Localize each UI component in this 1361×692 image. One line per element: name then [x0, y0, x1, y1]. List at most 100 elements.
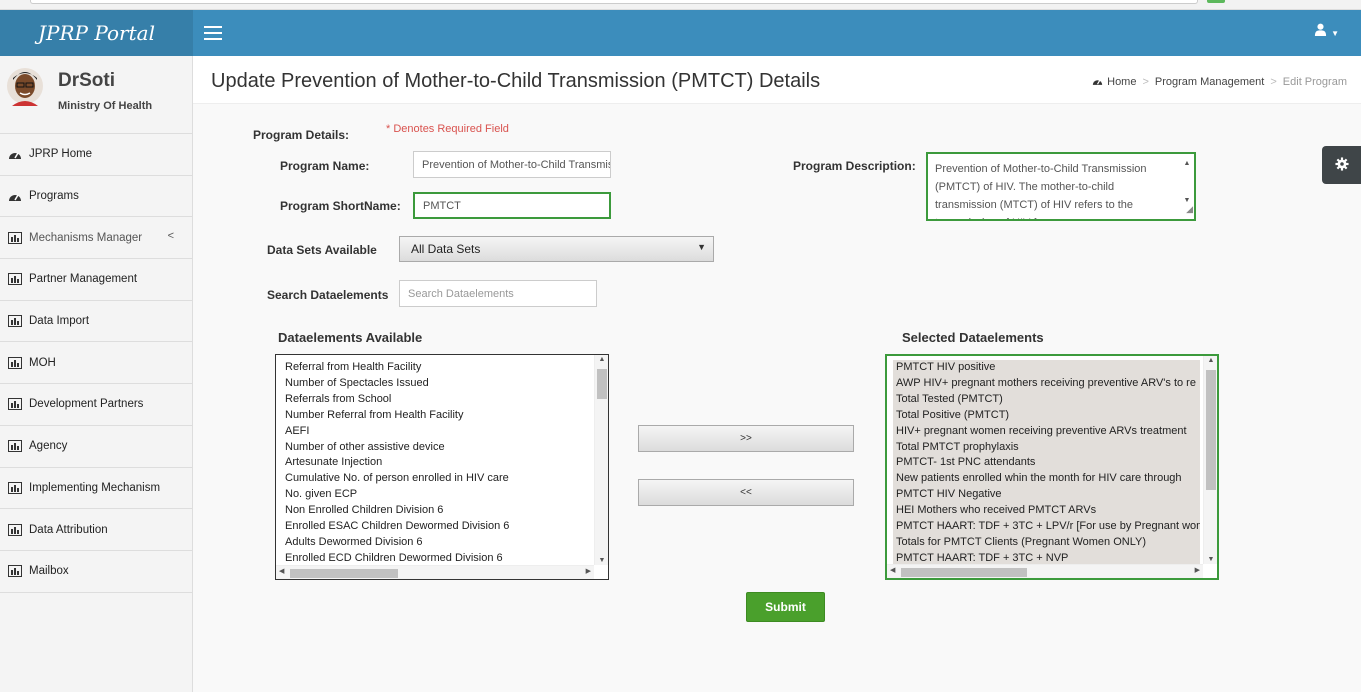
dashboard-icon [9, 194, 21, 202]
list-item[interactable]: New patients enrolled whin the month for… [893, 471, 1200, 488]
program-description-textarea[interactable]: Prevention of Mother-to-Child Transmissi… [926, 152, 1196, 221]
list-item[interactable]: Number of other assistive device [285, 440, 591, 456]
app-logo[interactable]: JPRP Portal [0, 10, 193, 56]
list-item[interactable]: Totals for PMTCT Clients (Pregnant Women… [893, 534, 1200, 551]
sidebar-item-label: Data Import [29, 315, 90, 328]
scroll-thumb[interactable] [901, 568, 1027, 577]
content-header: Update Prevention of Mother-to-Child Tra… [193, 56, 1361, 104]
list-item[interactable]: Total PMTCT prophylaxis [893, 439, 1200, 456]
submit-button[interactable]: Submit [746, 592, 825, 622]
breadcrumb-program-management[interactable]: Program Management [1155, 76, 1264, 88]
list-item[interactable]: Cumulative No. of person enrolled in HIV… [285, 471, 591, 487]
sidebar-item-label: Implementing Mechanism [29, 481, 161, 494]
vertical-scrollbar[interactable]: ▲ ▼ [1203, 356, 1217, 564]
sidebar-item-data-attribution[interactable]: Data Attribution [0, 509, 192, 551]
list-item[interactable]: AWP HIV+ pregnant mothers receiving prev… [893, 375, 1200, 392]
list-item[interactable]: Enrolled ESAC Children Dewormed Division… [285, 519, 591, 535]
scroll-right-icon[interactable]: ▶ [1195, 566, 1200, 574]
settings-tab[interactable] [1322, 146, 1361, 184]
program-description-label: Program Description: [793, 159, 916, 173]
sidebar-item-partner-management[interactable]: Partner Management [0, 259, 192, 301]
user-panel: DrSoti Ministry Of Health [0, 56, 192, 134]
sidebar-item-jprp-home[interactable]: JPRP Home [0, 134, 192, 176]
sidebar-item-label: Agency [29, 440, 68, 453]
bar-chart-icon [8, 440, 22, 453]
sidebar-item-label: Development Partners [29, 398, 144, 411]
dropdown-arrow-icon: ▼ [697, 242, 706, 252]
list-item[interactable]: Referrals from School [285, 392, 591, 408]
user-menu[interactable]: ▼ [1314, 23, 1339, 39]
scroll-thumb[interactable] [290, 569, 398, 578]
sidebar-item-mailbox[interactable]: Mailbox [0, 551, 192, 593]
search-input[interactable]: Search Dataelements [399, 280, 597, 307]
list-item[interactable]: PMTCT HIV positive [893, 360, 1200, 376]
sidebar-item-mechanisms-manager[interactable]: Mechanisms Manager < [0, 217, 192, 260]
chevron-down-icon: ▼ [1331, 29, 1339, 38]
bar-chart-icon [8, 481, 22, 494]
list-item[interactable]: Total Positive (PMTCT) [893, 407, 1200, 424]
breadcrumb-home[interactable]: Home [1107, 76, 1136, 88]
list-item[interactable]: PMTCT HAART: TDF + 3TC + LPV/r [For use … [893, 519, 1200, 535]
program-name-label: Program Name: [280, 159, 370, 173]
list-item[interactable]: No. given ECP [285, 487, 591, 503]
sidebar-item-label: Programs [29, 190, 79, 203]
datasets-select[interactable]: All Data Sets ▼ [399, 236, 714, 262]
sidebar-item-implementing-mechanism[interactable]: Implementing Mechanism [0, 468, 192, 510]
address-bar[interactable] [30, 0, 1198, 4]
sidebar-item-data-import[interactable]: Data Import [0, 301, 192, 343]
list-item[interactable]: Number Referral from Health Facility [285, 408, 591, 424]
available-dataelements-list[interactable]: Referral from Health Facility Number of S… [275, 354, 609, 580]
scroll-thumb[interactable] [1206, 370, 1216, 490]
list-item[interactable]: HEI Mothers who received PMTCT ARVs [893, 503, 1200, 520]
list-item[interactable]: Non Enrolled Children Division 6 [285, 503, 591, 519]
sidebar-item-label: Mechanisms Manager [29, 231, 143, 244]
scroll-right-icon[interactable]: ▶ [586, 567, 591, 575]
list-item[interactable]: HIV+ pregnant women receiving preventive… [893, 423, 1200, 440]
browser-strip [0, 0, 1361, 10]
sidebar-item-label: Data Attribution [29, 523, 108, 536]
sidebar-item-label: Mailbox [29, 565, 69, 578]
list-item[interactable]: Adults Dewormed Division 6 [285, 535, 591, 551]
list-item[interactable]: Referral from Health Facility [285, 360, 591, 376]
remove-selected-button[interactable]: << [638, 479, 854, 506]
hamburger-menu-icon[interactable] [204, 26, 222, 40]
selected-title: Selected Dataelements [902, 330, 1044, 345]
bar-chart-icon [8, 565, 22, 578]
textarea-scrollbar[interactable]: ▲ ▼ ◢ [1180, 154, 1194, 219]
chevron-left-icon: < [167, 230, 174, 243]
sidebar-item-programs[interactable]: Programs [0, 176, 192, 218]
scroll-down-icon[interactable]: ▼ [595, 557, 608, 564]
dashboard-icon [1092, 79, 1103, 85]
list-item[interactable]: AEFI [285, 424, 591, 440]
datasets-selected-value: All Data Sets [411, 242, 481, 256]
bar-chart-icon [8, 231, 22, 244]
scroll-down-icon[interactable]: ▼ [1204, 556, 1217, 563]
scroll-thumb[interactable] [597, 369, 607, 399]
list-item[interactable]: PMTCT- 1st PNC attendants [893, 455, 1200, 472]
scroll-up-icon[interactable]: ▲ [1180, 155, 1194, 173]
sidebar-item-moh[interactable]: MOH [0, 342, 192, 385]
scroll-left-icon[interactable]: ◀ [890, 566, 895, 574]
horizontal-scrollbar[interactable]: ◀ ▶ [887, 564, 1203, 578]
sidebar-item-agency[interactable]: Agency [0, 426, 192, 468]
selected-dataelements-list[interactable]: PMTCT HIV positive AWP HIV+ pregnant moth… [885, 354, 1219, 580]
list-item[interactable]: Total Tested (PMTCT) [893, 391, 1200, 408]
vertical-scrollbar[interactable]: ▲ ▼ [594, 355, 608, 565]
sidebar-item-development-partners[interactable]: Development Partners [0, 384, 192, 426]
add-selected-button[interactable]: >> [638, 425, 854, 452]
bar-chart-icon [8, 356, 22, 369]
scroll-up-icon[interactable]: ▲ [1204, 357, 1217, 364]
browser-indicator [1207, 0, 1225, 3]
program-shortname-input[interactable]: PMTCT [413, 192, 611, 219]
resize-handle-icon[interactable]: ◢ [1186, 200, 1193, 218]
bar-chart-icon [8, 523, 22, 536]
scroll-up-icon[interactable]: ▲ [595, 356, 608, 363]
breadcrumb: Home > Program Management > Edit Program [1092, 76, 1347, 88]
program-name-input[interactable]: Prevention of Mother-to-Child Transmissi… [413, 151, 611, 178]
list-item[interactable]: Number of Spectacles Issued [285, 376, 591, 392]
horizontal-scrollbar[interactable]: ◀ ▶ [276, 565, 594, 579]
scroll-corner [594, 565, 608, 579]
scroll-left-icon[interactable]: ◀ [279, 567, 284, 575]
list-item[interactable]: Artesunate Injection [285, 455, 591, 471]
list-item[interactable]: PMTCT HIV Negative [893, 487, 1200, 504]
